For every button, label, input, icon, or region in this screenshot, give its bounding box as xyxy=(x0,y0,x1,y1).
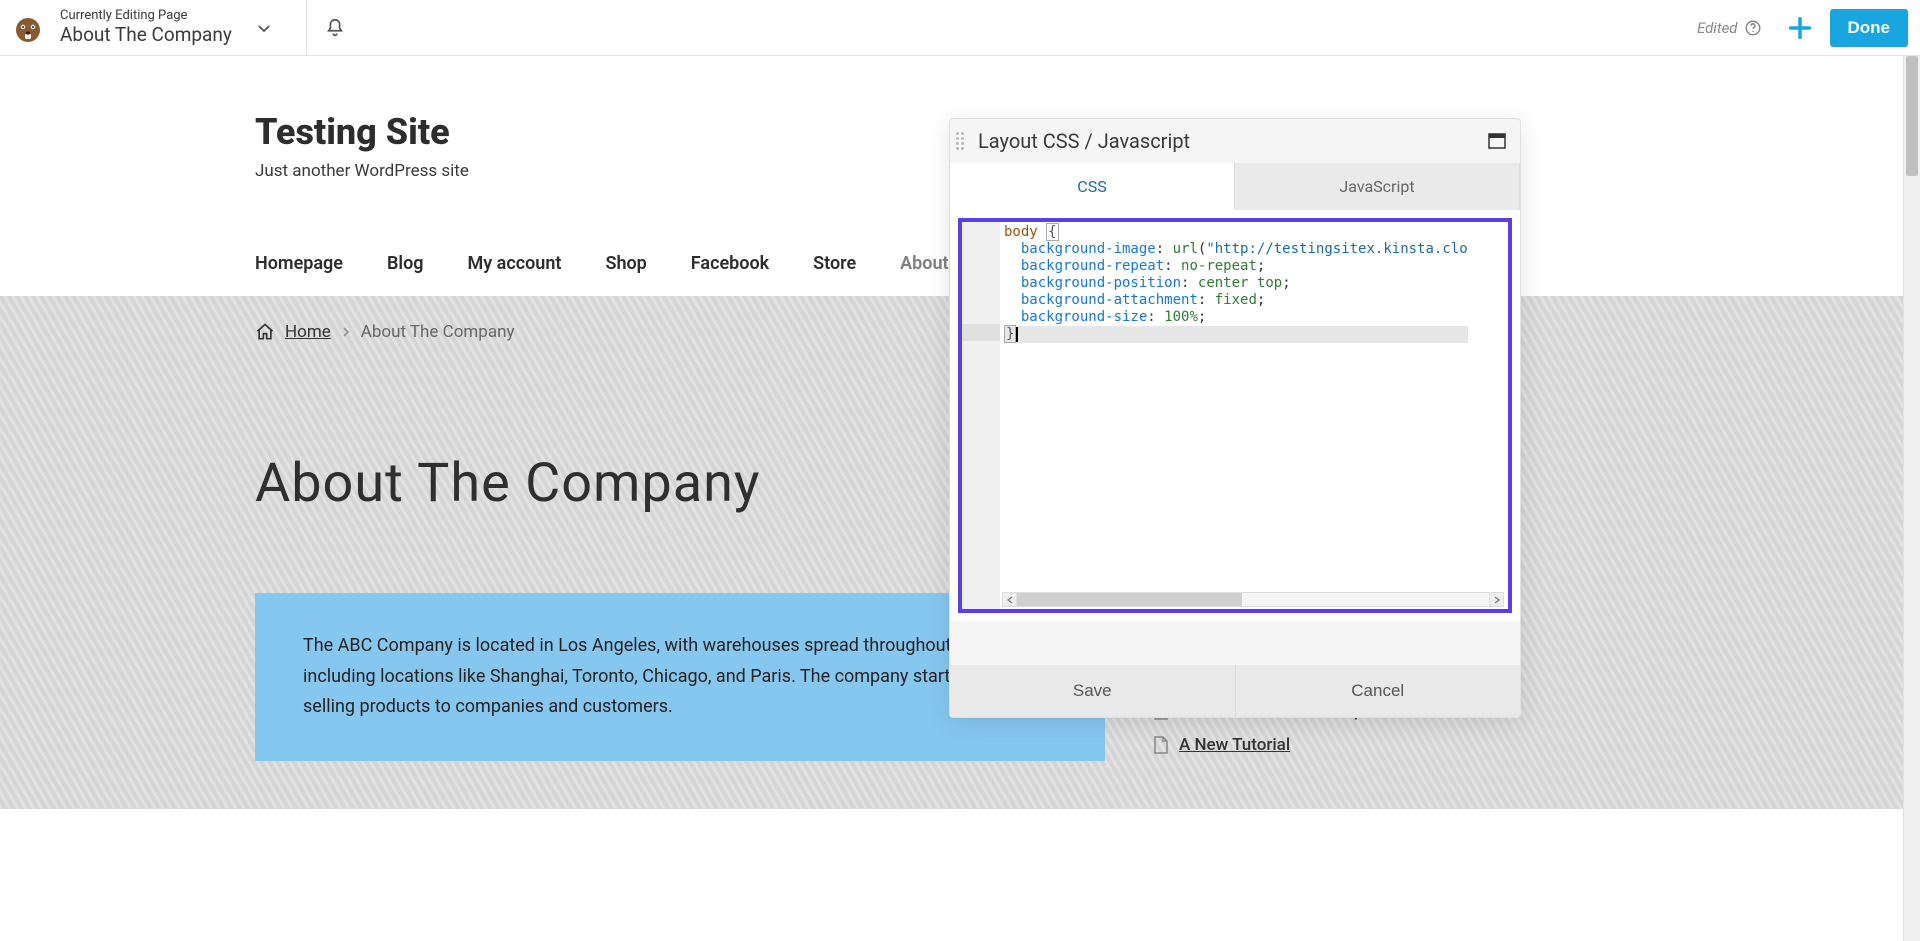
panel-tabs: CSS JavaScript xyxy=(950,163,1520,210)
scroll-left-icon[interactable] xyxy=(1003,593,1017,606)
chevron-right-icon xyxy=(341,327,351,337)
save-button[interactable]: Save xyxy=(950,665,1236,717)
nav-item[interactable]: Facebook xyxy=(691,253,769,296)
chevron-down-icon xyxy=(256,20,272,36)
nav-item[interactable]: Shop xyxy=(605,253,646,296)
beaver-logo[interactable] xyxy=(4,4,52,52)
plus-icon xyxy=(1786,14,1814,42)
breadcrumb-home[interactable]: Home xyxy=(285,322,331,342)
panel-footer: Save Cancel xyxy=(950,665,1520,717)
code-gutter xyxy=(962,222,1000,609)
home-icon xyxy=(255,322,275,342)
editing-block: Currently Editing Page About The Company xyxy=(60,8,232,46)
tab-javascript[interactable]: JavaScript xyxy=(1235,163,1520,210)
edited-text: Edited xyxy=(1697,19,1738,37)
page-switcher-chevron[interactable] xyxy=(240,0,288,55)
content-text: The ABC Company is located in Los Angele… xyxy=(303,635,1034,717)
sidebar-link[interactable]: A New Tutorial xyxy=(1179,735,1290,755)
bell-icon xyxy=(324,17,346,39)
sidebar-link-row: A New Tutorial xyxy=(1153,735,1665,755)
edited-indicator: Edited xyxy=(1697,19,1762,37)
panel-body: body { background-image: url("http://tes… xyxy=(950,210,1520,621)
page-scrollbar-thumb[interactable] xyxy=(1906,56,1918,176)
document-icon xyxy=(1153,736,1169,754)
horizontal-scrollbar[interactable] xyxy=(1002,592,1504,607)
editing-label: Currently Editing Page xyxy=(60,8,232,24)
nav-item[interactable]: Store xyxy=(813,253,856,296)
topbar: Currently Editing Page About The Company… xyxy=(0,0,1920,56)
scrollbar-thumb[interactable] xyxy=(1017,593,1242,606)
nav-item[interactable]: My account xyxy=(468,253,562,296)
layout-css-panel: Layout CSS / Javascript CSS JavaScript b… xyxy=(950,119,1520,717)
help-icon[interactable] xyxy=(1744,19,1762,37)
scroll-right-icon[interactable] xyxy=(1489,593,1503,606)
page-wrap: Testing Site Just another WordPress site… xyxy=(0,56,1920,809)
window-icon xyxy=(1488,133,1506,149)
cancel-button[interactable]: Cancel xyxy=(1236,665,1521,717)
breadcrumb-current: About The Company xyxy=(361,322,515,342)
notifications-button[interactable] xyxy=(307,0,363,55)
add-content-button[interactable] xyxy=(1780,14,1820,42)
panel-maximize-button[interactable] xyxy=(1488,133,1506,149)
tab-css[interactable]: CSS xyxy=(950,163,1235,210)
page-scrollbar[interactable] xyxy=(1903,56,1920,941)
code-lines[interactable]: body { background-image: url("http://tes… xyxy=(1000,222,1472,609)
panel-header[interactable]: Layout CSS / Javascript xyxy=(950,119,1520,163)
drag-handle-icon[interactable] xyxy=(956,132,970,150)
code-editor[interactable]: body { background-image: url("http://tes… xyxy=(958,218,1512,613)
topbar-left: Currently Editing Page About The Company xyxy=(4,0,307,55)
editing-title: About The Company xyxy=(60,24,232,47)
nav-item[interactable]: Homepage xyxy=(255,253,343,296)
panel-title: Layout CSS / Javascript xyxy=(978,129,1488,153)
nav-item[interactable]: Blog xyxy=(387,253,424,296)
done-button[interactable]: Done xyxy=(1830,9,1909,47)
